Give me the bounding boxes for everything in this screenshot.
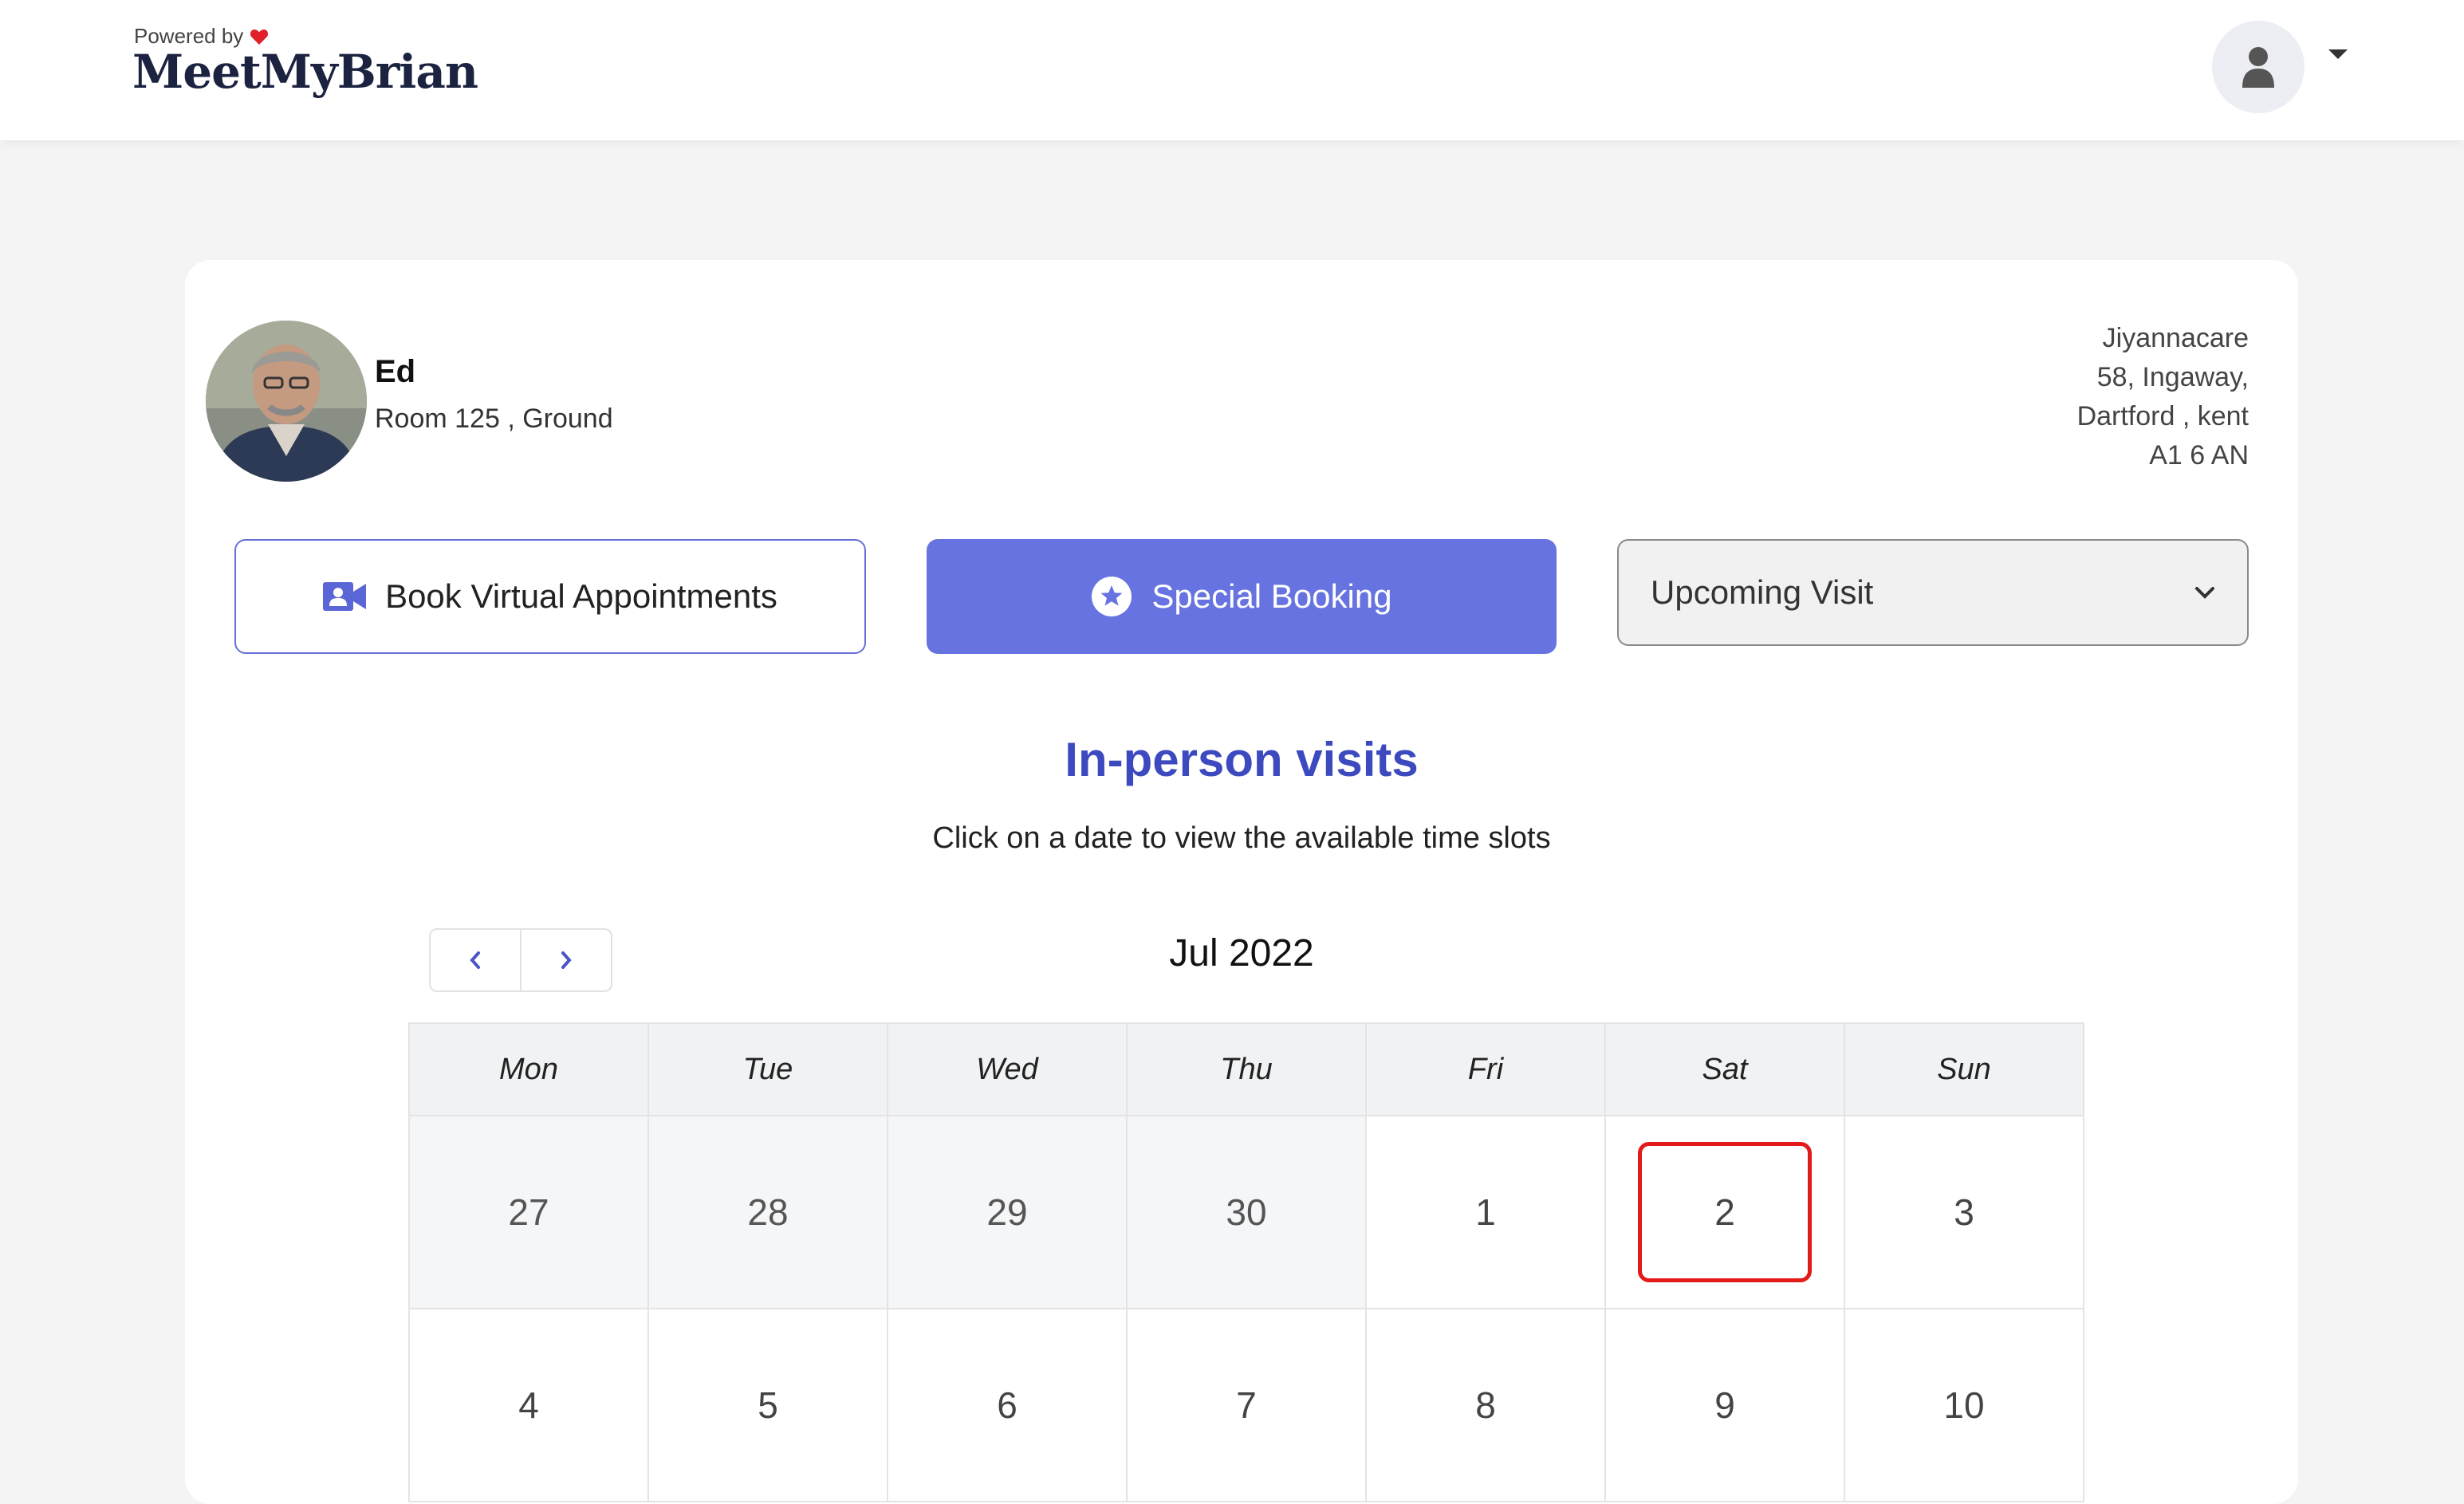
address-line: A1 6 AN [2149,440,2249,470]
calendar-week-row: 4 5 6 7 8 9 10 [408,1308,2084,1502]
resident-room: Room 125 , Ground [375,404,613,434]
weekday-thu: Thu [1126,1022,1367,1116]
calendar-day[interactable]: 4 [408,1308,649,1502]
calendar-grid: Mon Tue Wed Thu Fri Sat Sun 27 28 29 30 … [408,1022,2084,1502]
section-subtitle: Click on a date to view the available ti… [932,821,1551,855]
resident-photo [206,321,367,482]
calendar-day: 27 [408,1115,649,1309]
calendar-day[interactable]: 5 [647,1308,888,1502]
selected-day-highlight[interactable]: 2 [1638,1142,1812,1282]
calendar-day[interactable]: 10 [1844,1308,2084,1502]
book-virtual-appointments-button[interactable]: Book Virtual Appointments [234,539,866,654]
calendar-day: 30 [1126,1115,1367,1309]
calendar-day[interactable]: 9 [1604,1308,1845,1502]
upcoming-visit-value: Upcoming Visit [1651,573,1874,611]
weekday-sat: Sat [1604,1022,1845,1116]
calendar-day[interactable]: 1 [1365,1115,1606,1309]
calendar-day[interactable]: 7 [1126,1308,1367,1502]
brand-logo[interactable]: MeetMyBrian [132,45,478,99]
weekday-wed: Wed [887,1022,1128,1116]
book-virtual-label: Book Virtual Appointments [385,577,777,615]
booking-card: Ed Room 125 , Ground Jiyannacare 58, Ing… [185,260,2298,1504]
calendar-day: 29 [887,1115,1128,1309]
weekday-mon: Mon [408,1022,649,1116]
address-line: Jiyannacare [2102,323,2249,353]
calendar-week-row: 27 28 29 30 1 2 3 [408,1115,2084,1309]
chevron-down-icon [2195,587,2214,599]
upcoming-visit-select[interactable]: Upcoming Visit [1617,539,2249,646]
calendar-day[interactable]: 6 [887,1308,1128,1502]
calendar-day[interactable]: 3 [1844,1115,2084,1309]
calendar-day: 28 [647,1115,888,1309]
weekday-fri: Fri [1365,1022,1606,1116]
special-booking-label: Special Booking [1151,577,1392,615]
weekday-tue: Tue [647,1022,888,1116]
address-line: 58, Ingaway, [2096,362,2249,392]
user-avatar-button[interactable] [2212,21,2305,113]
weekday-sun: Sun [1844,1022,2084,1116]
top-header: Powered by MeetMyBrian [0,0,2464,140]
section-title: In-person visits [1065,733,1419,786]
resident-name: Ed [375,354,416,389]
special-booking-button[interactable]: Special Booking [927,539,1557,654]
calendar-month-label: Jul 2022 [1169,932,1314,974]
calendar-day[interactable]: 8 [1365,1308,1606,1502]
video-user-icon [323,582,367,611]
star-icon [1092,577,1132,616]
heart-icon [250,29,269,45]
calendar-day-selected[interactable]: 2 [1604,1115,1845,1309]
chevron-down-icon[interactable] [2328,49,2348,59]
user-icon [2242,47,2274,88]
weekday-header-row: Mon Tue Wed Thu Fri Sat Sun [408,1022,2084,1116]
address-line: Dartford , kent [2076,401,2249,431]
care-home-address: Jiyannacare 58, Ingaway, Dartford , kent… [2077,319,2249,475]
